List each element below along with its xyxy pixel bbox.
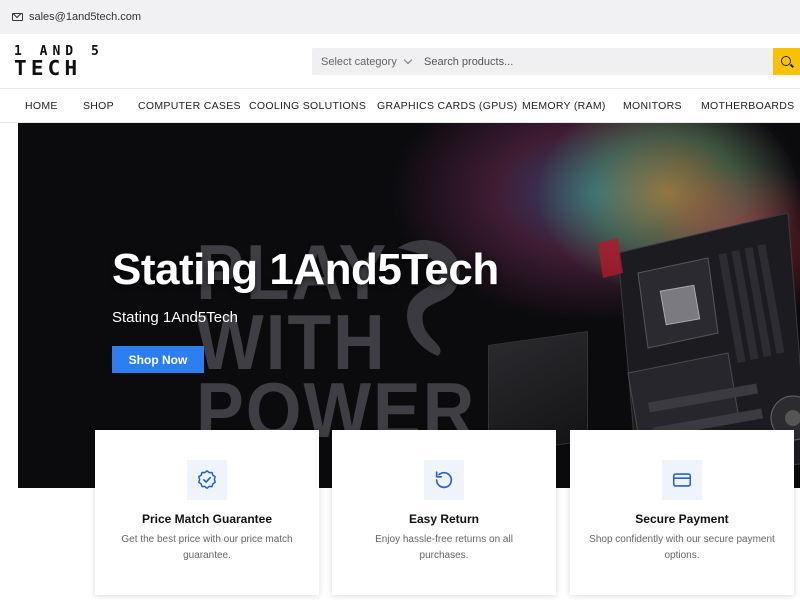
feature-title: Easy Return <box>408 512 480 526</box>
hero-subtitle: Stating 1And5Tech <box>112 309 238 326</box>
hero-title: Stating 1And5Tech <box>112 245 499 294</box>
feature-icon-box <box>424 460 464 500</box>
badge-check-icon <box>198 470 216 489</box>
site-logo[interactable]: 1 AND 5 TECH <box>14 44 104 80</box>
feature-card-price-match: Price Match Guarantee Get the best price… <box>95 430 319 595</box>
nav-item-monitors[interactable]: MONITORS <box>623 100 682 112</box>
nav-item-shop[interactable]: SHOP <box>83 100 114 112</box>
chevron-down-icon <box>403 55 413 64</box>
feature-card-easy-return: Easy Return Enjoy hassle-free returns on… <box>332 430 556 595</box>
rotate-ccw-icon <box>435 471 453 489</box>
credit-card-icon <box>672 473 692 487</box>
search-icon <box>780 55 791 66</box>
site-header: 1 AND 5 TECH Select category <box>0 34 800 88</box>
feature-icon-box <box>662 460 702 500</box>
feature-description: Shop confidently with our secure payment… <box>589 534 775 561</box>
feature-description: Enjoy hassle-free returns on all purchas… <box>375 534 513 561</box>
search-input[interactable] <box>412 48 762 75</box>
nav-item-memory[interactable]: MEMORY (RAM) <box>522 100 606 112</box>
nav-item-cooling-solutions[interactable]: COOLING SOLUTIONS <box>249 100 366 112</box>
main-nav: HOME SHOP COMPUTER CASES COOLING SOLUTIO… <box>0 88 800 123</box>
nav-item-home[interactable]: HOME <box>25 100 58 112</box>
logo-line-2: TECH <box>14 56 82 80</box>
feature-description: Get the best price with our price match … <box>121 534 293 561</box>
nav-item-graphics-cards[interactable]: GRAPHICS CARDS (GPUS) <box>377 100 517 112</box>
nav-item-motherboards[interactable]: MOTHERBOARDS <box>701 100 794 112</box>
nav-item-computer-cases[interactable]: COMPUTER CASES <box>138 100 241 112</box>
category-select[interactable]: Select category <box>312 55 413 68</box>
feature-icon-box <box>187 460 227 500</box>
feature-card-secure-payment: Secure Payment Shop confidently with our… <box>570 430 794 595</box>
search-button[interactable] <box>773 48 800 75</box>
feature-title: Price Match Guarantee <box>141 512 273 526</box>
category-select-label: Select category <box>321 55 397 68</box>
feature-title: Secure Payment <box>635 512 729 526</box>
search-bar: Select category <box>312 48 800 75</box>
mail-icon <box>12 13 23 21</box>
shop-now-button[interactable]: Shop Now <box>112 346 204 373</box>
contact-email[interactable]: sales@1and5tech.com <box>29 11 141 23</box>
top-bar: sales@1and5tech.com <box>0 0 800 34</box>
